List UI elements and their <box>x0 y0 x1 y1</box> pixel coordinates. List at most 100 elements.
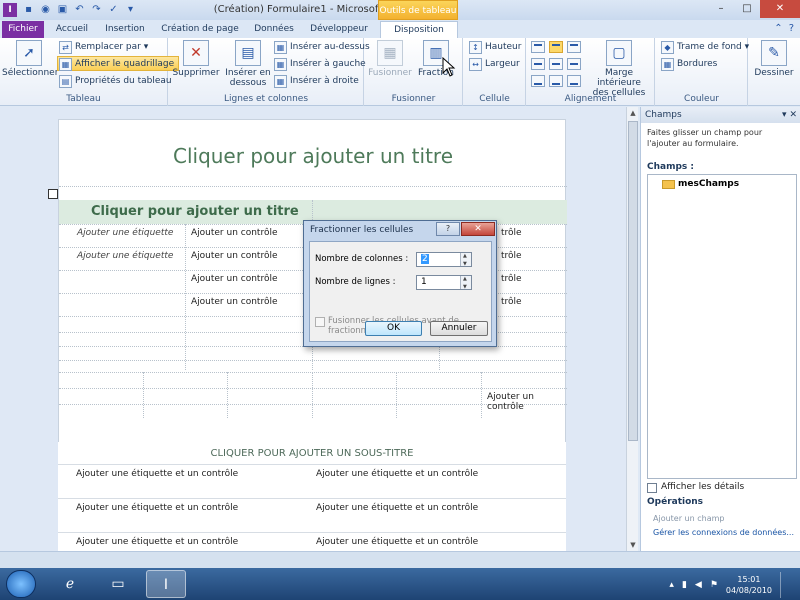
insert-left-button[interactable]: ▦ Insérer à gauche <box>273 57 366 72</box>
insert-above-button[interactable]: ▦ Insérer au-dessus <box>273 40 370 55</box>
label-cell[interactable]: Ajouter une étiquette <box>77 228 173 238</box>
show-desktop-button[interactable] <box>780 572 790 598</box>
width-button[interactable]: ↔ Largeur <box>468 57 520 72</box>
align-top-left-button[interactable] <box>531 41 545 53</box>
cell-padding-label-1: Marge intérieure <box>597 68 641 88</box>
show-details-checkbox[interactable]: Afficher les détails <box>647 482 744 493</box>
manage-connections-link[interactable]: Gérer les connexions de données... <box>653 528 794 537</box>
section-title[interactable]: Cliquer pour ajouter un titre <box>91 204 299 219</box>
align-bottom-center-button[interactable] <box>549 75 563 87</box>
control-cell[interactable]: trôle <box>501 228 522 238</box>
group-cell: ↕ Hauteur ↔ Largeur Cellule <box>464 38 526 106</box>
minimize-button[interactable]: – <box>708 0 734 18</box>
insert-below-button[interactable]: ▤ Insérer en dessous <box>223 40 273 88</box>
group-alignment: ▢ Marge intérieure des cellules Aligneme… <box>527 38 655 106</box>
maximize-button[interactable]: □ <box>734 0 760 18</box>
clock[interactable]: 15:01 04/08/2010 <box>726 574 772 596</box>
ie-icon[interactable]: ℯ <box>50 570 90 598</box>
control-cell[interactable]: trôle <box>501 297 522 307</box>
shading-button[interactable]: ◆ Trame de fond ▾ <box>660 40 749 55</box>
ok-button[interactable]: OK <box>365 321 422 336</box>
table-properties-label: Propriétés du tableau <box>75 76 172 86</box>
borders-icon: ▦ <box>661 58 674 71</box>
label-control-cell[interactable]: Ajouter une étiquette et un contrôle <box>316 537 478 547</box>
close-button[interactable]: ✕ <box>760 0 800 18</box>
label-control-cell[interactable]: Ajouter une étiquette et un contrôle <box>76 503 238 513</box>
delete-button[interactable]: ✕ Supprimer <box>171 40 221 78</box>
align-bottom-left-button[interactable] <box>531 75 545 87</box>
dialog-close-button[interactable]: ✕ <box>461 222 495 236</box>
tab-file[interactable]: Fichier <box>2 21 44 38</box>
form-title[interactable]: Cliquer pour ajouter un titre <box>59 144 567 168</box>
table-properties-button[interactable]: ▤ Propriétés du tableau <box>58 74 172 89</box>
start-button[interactable] <box>6 570 36 598</box>
table-row: Ajouter une étiquette et un contrôle Ajo… <box>58 464 566 498</box>
cell-padding-button[interactable]: ▢ Marge intérieure des cellules <box>583 40 655 98</box>
volume-icon[interactable]: ◀ <box>695 580 702 590</box>
flag-icon[interactable]: ⚑ <box>710 580 718 590</box>
pane-menu-icon[interactable]: ▾ <box>782 110 787 120</box>
scroll-down-icon[interactable]: ▼ <box>627 539 639 551</box>
height-label: Hauteur <box>485 42 522 52</box>
tab-layout[interactable]: Disposition <box>380 21 458 38</box>
columns-stepper[interactable]: 2 <box>416 250 472 271</box>
rows-spin-icon[interactable] <box>460 273 471 294</box>
add-field-link[interactable]: Ajouter un champ <box>653 514 724 523</box>
control-cell[interactable]: Ajouter un contrôle <box>191 274 278 284</box>
height-icon: ↕ <box>469 41 482 54</box>
control-cell[interactable]: Ajouter un contrôle <box>191 297 278 307</box>
insert-right-button[interactable]: ▦ Insérer à droite <box>273 74 359 89</box>
align-top-center-button[interactable] <box>549 41 563 53</box>
tab-home[interactable]: Accueil <box>50 21 94 38</box>
control-cell[interactable]: Ajouter un contrôle <box>191 228 278 238</box>
title-bar: I ▪ ◉ ▣ ↶ ↷ ✓ ▾ (Création) Formulaire1 -… <box>0 0 800 20</box>
infopath-taskbar-icon[interactable]: I <box>146 570 186 598</box>
align-bottom-right-button[interactable] <box>567 75 581 87</box>
borders-button[interactable]: ▦ Bordures <box>660 57 717 72</box>
replace-by-button[interactable]: ⇄ Remplacer par ▾ <box>58 40 148 55</box>
vertical-scrollbar[interactable]: ▲ ▼ <box>626 107 638 551</box>
align-middle-left-button[interactable] <box>531 58 545 70</box>
network-icon[interactable]: ▮ <box>682 580 687 590</box>
control-cell[interactable]: Ajouter un contrôle <box>487 392 565 412</box>
control-cell[interactable]: trôle <box>501 274 522 284</box>
label-control-cell[interactable]: Ajouter une étiquette et un contrôle <box>316 503 478 513</box>
label-cell[interactable]: Ajouter une étiquette <box>77 251 173 261</box>
tree-node-root[interactable]: mesChamps <box>662 179 739 189</box>
table-select-handle[interactable] <box>48 189 58 199</box>
fields-tree[interactable]: mesChamps <box>647 174 797 479</box>
height-button[interactable]: ↕ Hauteur <box>468 40 521 55</box>
tab-page-design[interactable]: Création de page <box>158 21 242 38</box>
tray-arrow-icon[interactable]: ▴ <box>669 580 674 590</box>
tab-developer[interactable]: Développeur <box>306 21 372 38</box>
align-middle-right-button[interactable] <box>567 58 581 70</box>
subtitle[interactable]: CLIQUER POUR AJOUTER UN SOUS-TITRE <box>58 448 566 459</box>
show-grid-button[interactable]: ▦ Afficher le quadrillage <box>57 56 180 71</box>
rows-stepper[interactable]: 1 <box>416 273 472 294</box>
select-button[interactable]: ➚ Sélectionner <box>2 40 59 78</box>
align-top-right-button[interactable] <box>567 41 581 53</box>
draw-button[interactable]: ✎ Dessiner <box>751 40 797 78</box>
group-label-color: Couleur <box>684 94 719 104</box>
grid-line <box>185 224 186 370</box>
label-control-cell[interactable]: Ajouter une étiquette et un contrôle <box>76 469 238 479</box>
columns-label: Nombre de colonnes : <box>315 254 409 264</box>
explorer-folder-icon[interactable]: ▭ <box>98 570 138 598</box>
tab-data[interactable]: Données <box>250 21 298 38</box>
tab-insert[interactable]: Insertion <box>100 21 150 38</box>
dialog-help-button[interactable]: ? <box>436 222 460 236</box>
merge-button[interactable]: ▦ Fusionner <box>367 40 413 78</box>
align-middle-center-button[interactable] <box>549 58 563 70</box>
scroll-up-icon[interactable]: ▲ <box>627 107 639 119</box>
control-cell[interactable]: trôle <box>501 251 522 261</box>
label-control-cell[interactable]: Ajouter une étiquette et un contrôle <box>316 469 478 479</box>
minimize-ribbon-icon[interactable]: ⌃ <box>774 23 782 34</box>
help-icon[interactable]: ? <box>789 23 794 34</box>
scroll-thumb[interactable] <box>628 121 638 441</box>
label-control-cell[interactable]: Ajouter une étiquette et un contrôle <box>76 537 238 547</box>
pane-close-icon[interactable]: ✕ <box>789 110 797 120</box>
select-label: Sélectionner <box>2 68 59 78</box>
columns-spin-icon[interactable] <box>460 250 471 271</box>
control-cell[interactable]: Ajouter un contrôle <box>191 251 278 261</box>
cancel-button[interactable]: Annuler <box>430 321 488 336</box>
